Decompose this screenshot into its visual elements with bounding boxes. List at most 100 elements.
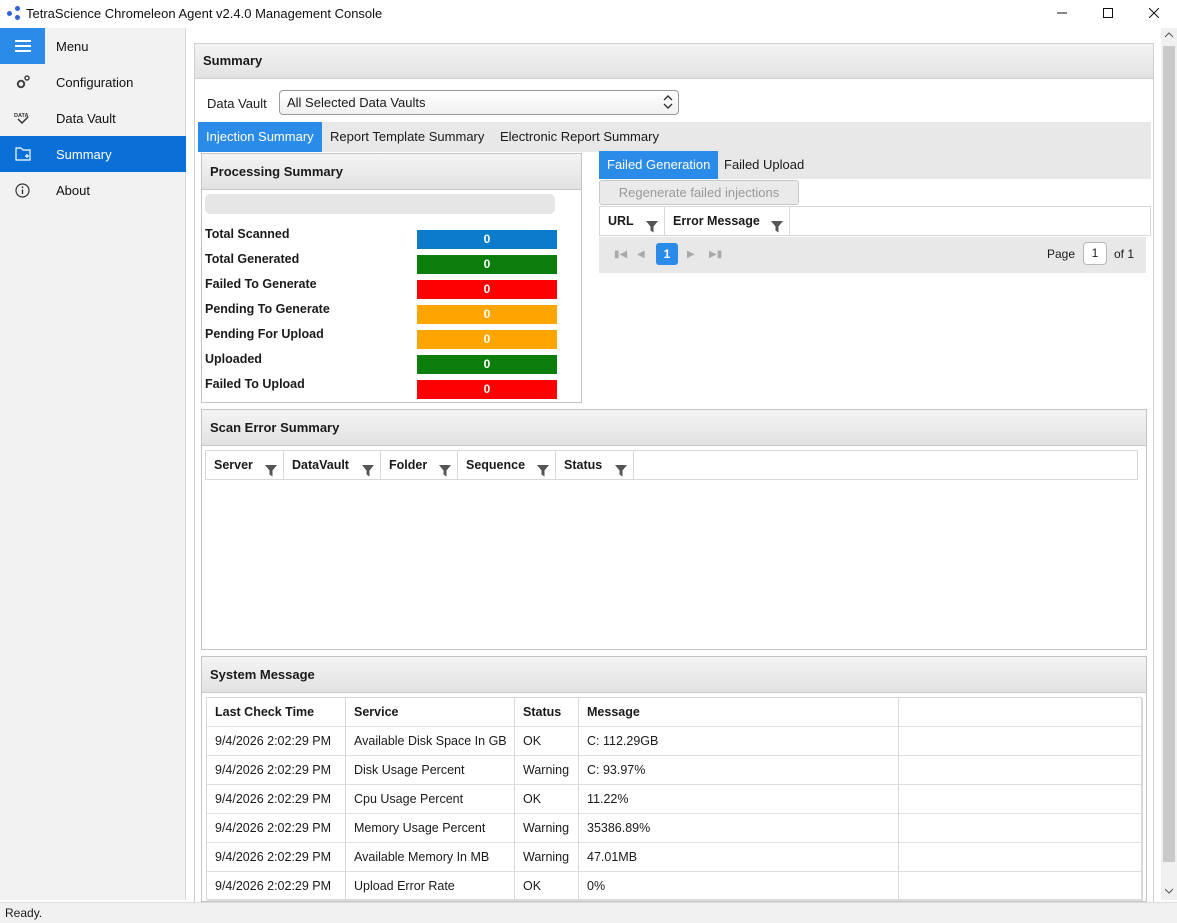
system-message-table: Last Check Time Service Status Message 9/4/2… <box>206 697 1143 901</box>
table-cell: Available Memory In MB <box>346 843 515 872</box>
gears-icon <box>0 64 45 100</box>
column-header[interactable] <box>899 698 1143 727</box>
stat-label: Failed To Generate <box>205 277 317 291</box>
info-icon <box>0 172 45 208</box>
status-bar: Ready. <box>0 902 1177 923</box>
column-header[interactable]: Message <box>579 698 899 727</box>
vertical-scrollbar[interactable] <box>1161 28 1177 900</box>
page-of-label: of 1 <box>1114 247 1135 261</box>
page-input[interactable]: 1 <box>1083 242 1107 265</box>
column-sequence[interactable]: Sequence <box>458 451 556 479</box>
stat-label: Pending For Upload <box>205 327 324 341</box>
column-datavault[interactable]: DataVault <box>284 451 381 479</box>
prev-page-icon[interactable]: ◀ <box>637 249 645 260</box>
stat-row: Pending To Generate 0 <box>205 302 565 324</box>
tab-injection-summary[interactable]: Injection Summary <box>198 122 322 152</box>
tab-electronic-report-summary[interactable]: Electronic Report Summary <box>492 122 667 152</box>
column-label: DataVault <box>292 458 349 472</box>
table-header-row: Last Check Time Service Status Message <box>207 698 1143 727</box>
scrollbar-thumb[interactable] <box>1163 46 1175 862</box>
column-label: Folder <box>389 458 428 472</box>
sidebar-item-summary[interactable]: Summary <box>0 136 186 172</box>
table-cell: C: 93.97% <box>579 756 899 785</box>
filter-icon[interactable] <box>615 459 627 487</box>
data-vault-select[interactable]: All Selected Data Vaults <box>279 90 679 115</box>
table-cell: 9/4/2026 2:02:29 PM <box>207 814 346 843</box>
table-row[interactable]: 9/4/2026 2:02:29 PM Cpu Usage Percent OK 11… <box>207 785 1143 814</box>
table-row[interactable]: 9/4/2026 2:02:29 PM Upload Error Rate OK 0% <box>207 872 1143 901</box>
column-label: Error Message <box>673 214 760 228</box>
filter-icon[interactable] <box>362 459 374 487</box>
table-cell <box>899 814 1143 843</box>
system-message-title: System Message <box>202 657 1146 693</box>
table-row[interactable]: 9/4/2026 2:02:29 PM Available Memory In M… <box>207 843 1143 872</box>
table-cell <box>899 872 1143 901</box>
table-row[interactable]: 9/4/2026 2:02:29 PM Available Disk Space … <box>207 727 1143 756</box>
column-label: Server <box>214 458 253 472</box>
hamburger-icon <box>0 28 45 64</box>
next-page-icon[interactable]: ▶ <box>687 249 695 260</box>
column-error-message[interactable]: Error Message <box>665 207 790 235</box>
table-cell: Memory Usage Percent <box>346 814 515 843</box>
table-cell <box>899 785 1143 814</box>
first-page-icon[interactable]: ▮◀ <box>614 249 627 260</box>
sidebar-item-about[interactable]: About <box>0 172 186 208</box>
column-server[interactable]: Server <box>206 451 284 479</box>
scan-error-grid-header: Server DataVault Folder Sequence Status <box>205 450 1138 480</box>
window-title: TetraScience Chromeleon Agent v2.4.0 Man… <box>26 5 383 21</box>
table-cell: 0% <box>579 872 899 901</box>
summary-icon <box>0 136 45 172</box>
table-cell: 11.22% <box>579 785 899 814</box>
stat-label: Total Scanned <box>205 227 290 241</box>
close-button[interactable] <box>1131 0 1177 26</box>
chevron-updown-icon <box>662 94 674 117</box>
column-folder[interactable]: Folder <box>381 451 458 479</box>
table-cell: Disk Usage Percent <box>346 756 515 785</box>
sidebar-item-configuration[interactable]: Configuration <box>0 64 186 100</box>
filter-icon[interactable] <box>537 459 549 487</box>
sidebar-item-label: Data Vault <box>56 110 116 126</box>
table-cell: Upload Error Rate <box>346 872 515 901</box>
column-label: Sequence <box>466 458 526 472</box>
tab-report-template-summary[interactable]: Report Template Summary <box>322 122 492 152</box>
stat-row: Total Generated 0 <box>205 252 565 274</box>
column-status[interactable]: Status <box>556 451 634 479</box>
table-cell: Cpu Usage Percent <box>346 785 515 814</box>
stat-row: Failed To Generate 0 <box>205 277 565 299</box>
filter-icon[interactable] <box>265 459 277 487</box>
last-page-icon[interactable]: ▶▮ <box>709 249 722 260</box>
failed-tabs: Failed Generation Failed Upload <box>599 151 1151 179</box>
stat-row: Pending For Upload 0 <box>205 327 565 349</box>
page-label: Page <box>1047 247 1076 261</box>
minimize-button[interactable] <box>1039 0 1085 26</box>
title-bar: TetraScience Chromeleon Agent v2.4.0 Man… <box>0 0 1177 26</box>
table-cell: 47.01MB <box>579 843 899 872</box>
sidebar-item-data-vault[interactable]: DATA Data Vault <box>0 100 186 136</box>
summary-tabs: Injection Summary Report Template Summar… <box>198 122 1151 152</box>
sidebar-item-label: Configuration <box>56 74 134 90</box>
system-message-box: System Message Last Check Time Service Sta… <box>201 656 1147 902</box>
data-vault-icon: DATA <box>0 100 45 136</box>
stat-row: Total Scanned 0 <box>205 227 565 249</box>
column-header[interactable]: Service <box>346 698 515 727</box>
column-url[interactable]: URL <box>600 207 665 235</box>
stat-value-bar: 0 <box>417 355 557 374</box>
tab-failed-generation[interactable]: Failed Generation <box>599 151 719 179</box>
filter-icon[interactable] <box>439 459 451 487</box>
table-row[interactable]: 9/4/2026 2:02:29 PM Memory Usage Percent W… <box>207 814 1143 843</box>
sidebar-item-label: Summary <box>56 146 112 162</box>
column-header[interactable]: Last Check Time <box>207 698 346 727</box>
table-cell: OK <box>515 785 579 814</box>
regenerate-failed-injections-button[interactable]: Regenerate failed injections <box>599 180 799 205</box>
page-title: Summary <box>195 44 1153 79</box>
table-cell: 9/4/2026 2:02:29 PM <box>207 756 346 785</box>
stat-value-bar: 0 <box>417 330 557 349</box>
column-header[interactable]: Status <box>515 698 579 727</box>
sidebar-item-menu[interactable]: Menu <box>0 28 186 64</box>
scroll-down-icon <box>1165 888 1173 894</box>
maximize-button[interactable] <box>1085 0 1131 26</box>
table-row[interactable]: 9/4/2026 2:02:29 PM Disk Usage Percent War… <box>207 756 1143 785</box>
table-cell: 35386.89% <box>579 814 899 843</box>
tab-failed-upload[interactable]: Failed Upload <box>716 151 812 179</box>
page-number-button[interactable]: 1 <box>656 243 678 265</box>
